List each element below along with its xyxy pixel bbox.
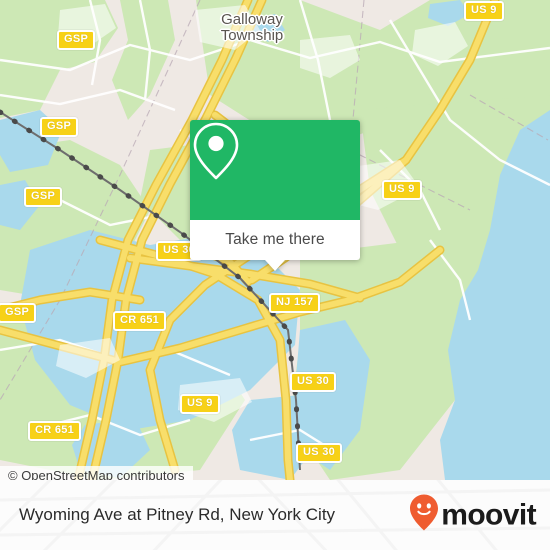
shield-gsp-3: GSP [24, 187, 63, 207]
location-title: Wyoming Ave at Pitney Rd, New York City [19, 505, 336, 524]
shield-us9-1: US 9 [464, 1, 504, 21]
popup-footer[interactable]: Take me there [190, 220, 360, 260]
location-popup[interactable]: Take me there [190, 120, 360, 271]
take-me-there-label: Take me there [225, 231, 325, 248]
moovit-wordmark: moovit [441, 498, 536, 531]
map-canvas[interactable]: Galloway Township GSP GSP GSP GSP US 9 U… [0, 0, 550, 480]
moovit-brand[interactable]: moovit [409, 494, 537, 537]
shield-gsp-2: GSP [40, 117, 79, 137]
shield-gsp-1: GSP [57, 30, 96, 50]
footer-bar: Wyoming Ave at Pitney Rd, New York City … [0, 480, 550, 550]
shield-us30-3: US 30 [296, 443, 343, 463]
shield-nj157: NJ 157 [269, 293, 321, 313]
shield-cr651-1: CR 651 [113, 311, 167, 331]
shield-us9-3: US 9 [180, 394, 220, 414]
shield-us30-2: US 30 [290, 372, 337, 392]
moovit-map-screenshot: Galloway Township GSP GSP GSP GSP US 9 U… [0, 0, 550, 550]
map-attribution[interactable]: © OpenStreetMap contributors [0, 466, 193, 480]
place-label-galloway-township: Galloway Township [220, 11, 284, 44]
popup-header [190, 120, 360, 220]
shield-cr651-2: CR 651 [28, 421, 82, 441]
moovit-smiling-pin-icon [409, 494, 439, 537]
shield-us9-2: US 9 [382, 180, 422, 200]
popup-pointer [265, 260, 285, 271]
shield-gsp-4: GSP [0, 303, 37, 323]
